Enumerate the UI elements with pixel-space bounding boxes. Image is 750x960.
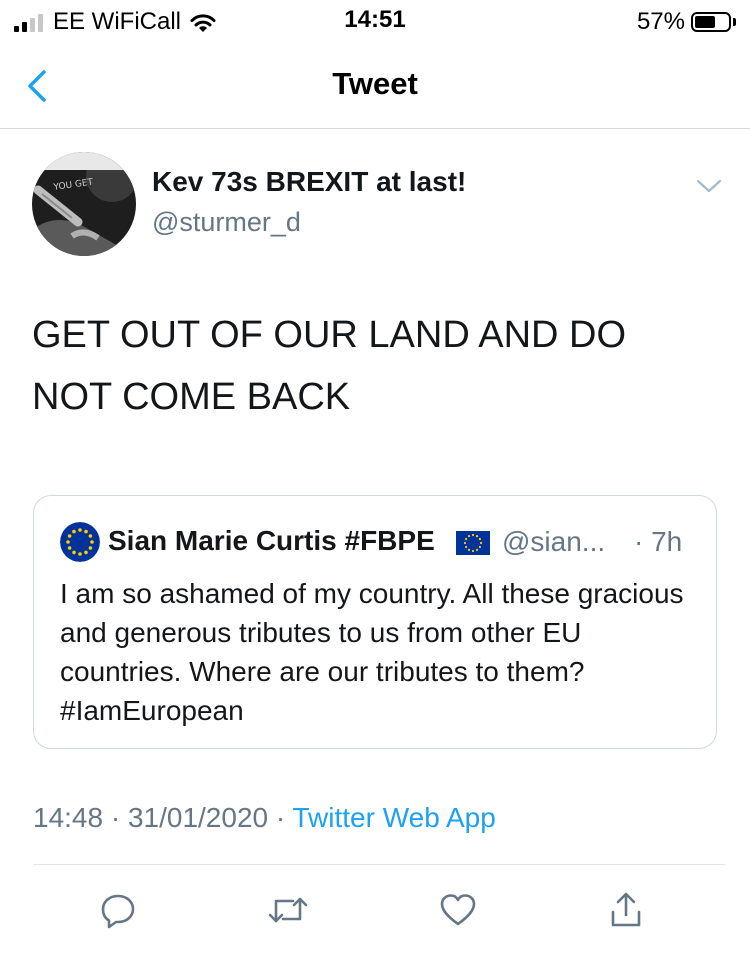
tweet-action-bar (0, 886, 750, 946)
divider (33, 864, 725, 865)
eu-circle-avatar (60, 522, 100, 562)
author-name[interactable]: Kev 73s BREXIT at last! (152, 166, 466, 198)
quoted-author-avatar (60, 522, 100, 562)
tweet-timestamp: 14:48 · 31/01/2020 · (33, 802, 293, 833)
battery-tip (733, 18, 736, 26)
retweet-button[interactable] (264, 886, 312, 934)
tweet-source-link[interactable]: Twitter Web App (292, 802, 495, 833)
quoted-author-name: Sian Marie Curtis #FBPE (108, 525, 435, 556)
chevron-down-icon (696, 179, 722, 193)
reply-icon (101, 894, 135, 929)
status-bar: EE WiFiCall 14:51 57% (0, 0, 750, 42)
quoted-tweet-text: I am so ashamed of my country. All these… (60, 578, 684, 726)
heart-icon (440, 894, 476, 926)
share-button[interactable] (602, 886, 650, 934)
tweet-options-button[interactable] (694, 174, 724, 198)
author-handle[interactable]: @sturmer_d (152, 207, 301, 238)
page-title: Tweet (332, 66, 418, 101)
quoted-tweet-time: · 7h (634, 526, 683, 557)
eu-flag-icon (456, 531, 490, 555)
author-avatar[interactable]: YOU GET (32, 152, 136, 256)
like-button[interactable] (434, 886, 482, 934)
tweet-metadata: 14:48 · 31/01/2020 · Twitter Web App (33, 802, 496, 834)
navigation-bar: Tweet (0, 42, 750, 129)
retweet-icon (268, 897, 308, 923)
tweet-text: GET OUT OF OUR LAND AND DO NOT COME BACK (32, 314, 627, 418)
reply-button[interactable] (94, 886, 142, 934)
share-icon (611, 892, 641, 927)
status-right: 57% (637, 8, 736, 36)
quoted-author-handle: @sian... (502, 526, 606, 557)
battery-percentage: 57% (636, 8, 685, 35)
battery-icon (691, 12, 731, 32)
avatar-image: YOU GET (32, 152, 136, 256)
quoted-tweet-card[interactable]: Sian Marie Curtis #FBPE @sian... · 7h I … (33, 495, 717, 749)
